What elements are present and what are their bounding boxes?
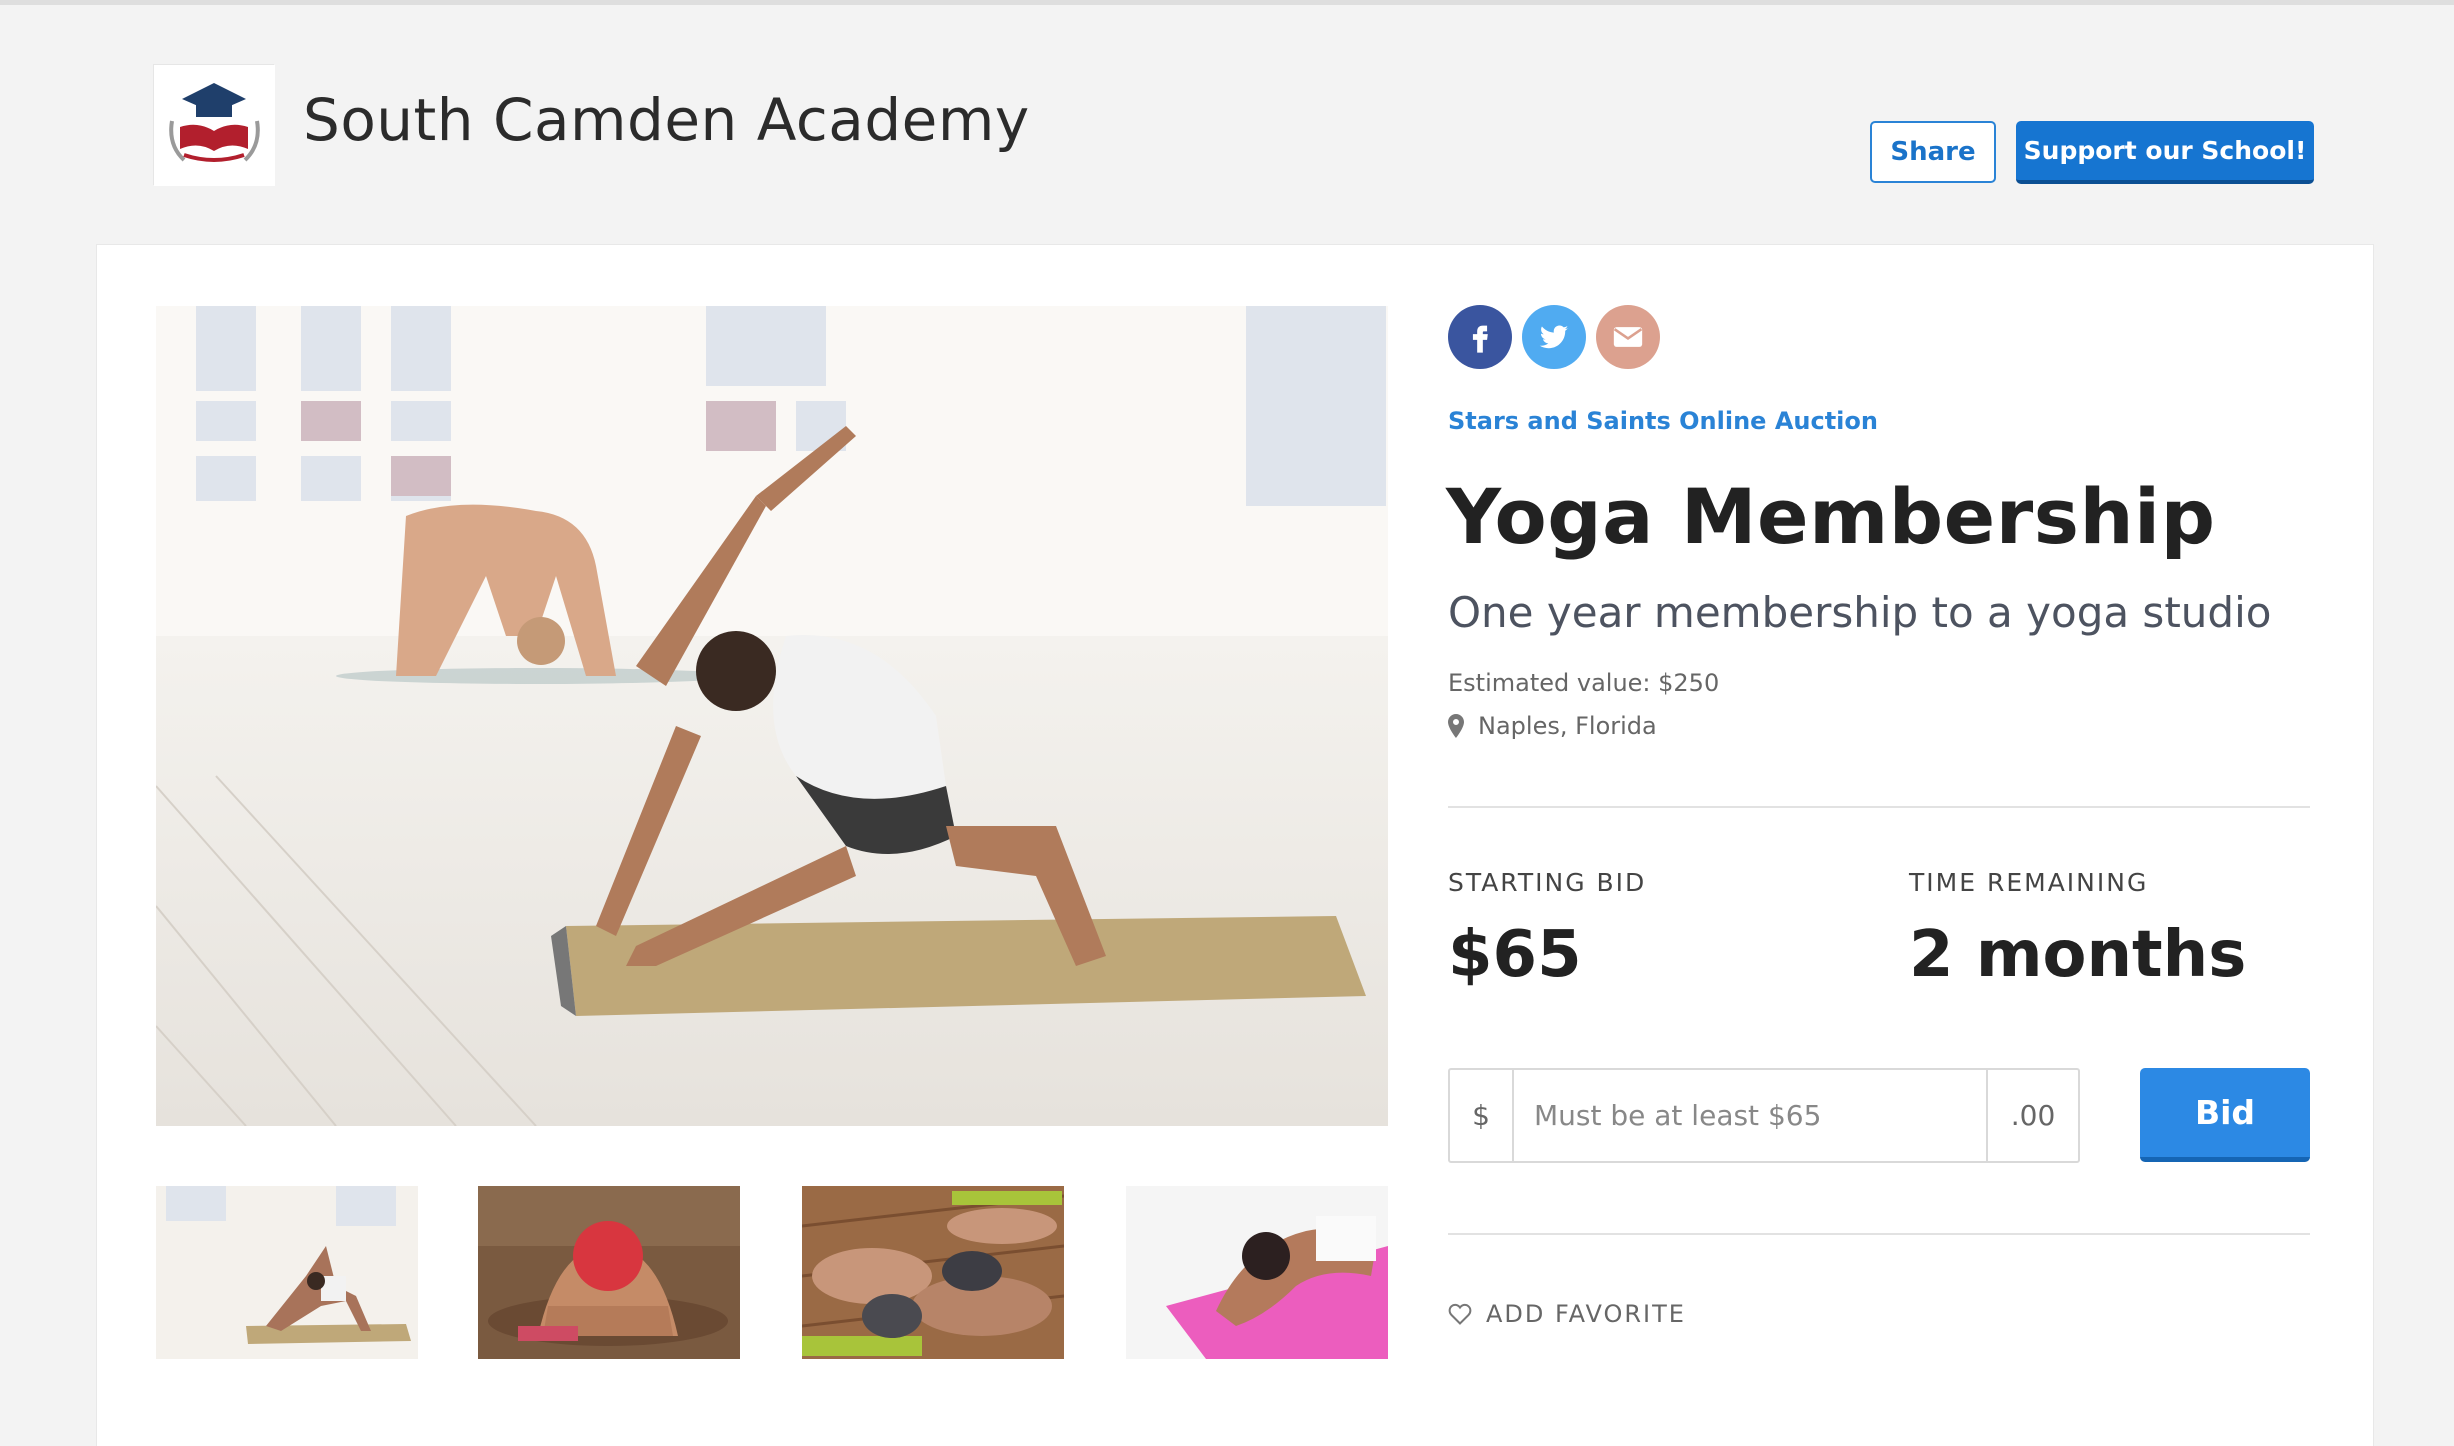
- auction-link[interactable]: Stars and Saints Online Auction: [1448, 407, 1878, 435]
- main-item-photo[interactable]: [156, 306, 1388, 1126]
- bid-button[interactable]: Bid: [2140, 1068, 2310, 1162]
- currency-prefix: $: [1450, 1070, 1514, 1161]
- map-pin-icon: [1448, 714, 1464, 738]
- school-logo[interactable]: [153, 64, 275, 186]
- estimated-value: Estimated value: $250: [1448, 669, 1720, 697]
- time-remaining-label: TIME REMAINING: [1909, 868, 2149, 897]
- bid-input[interactable]: [1514, 1070, 1986, 1161]
- thumbnail-2[interactable]: [478, 1186, 740, 1359]
- envelope-icon: [1613, 327, 1643, 347]
- location-text: Naples, Florida: [1478, 712, 1657, 740]
- starting-bid-label: STARTING BID: [1448, 868, 1647, 897]
- add-favorite-label: ADD FAVORITE: [1486, 1300, 1686, 1328]
- school-name[interactable]: South Camden Academy: [303, 86, 1030, 154]
- item-subtitle: One year membership to a yoga studio: [1448, 588, 2272, 637]
- divider: [1448, 806, 2310, 808]
- bid-amount-field: $ .00: [1448, 1068, 2080, 1163]
- thumbnail-3[interactable]: [802, 1186, 1064, 1359]
- facebook-share-button[interactable]: [1448, 305, 1512, 369]
- twitter-share-button[interactable]: [1522, 305, 1586, 369]
- twitter-icon: [1539, 325, 1569, 349]
- heart-icon: [1448, 1303, 1472, 1325]
- thumbnail-1[interactable]: [156, 1186, 418, 1359]
- email-share-button[interactable]: [1596, 305, 1660, 369]
- cents-suffix: .00: [1986, 1070, 2078, 1161]
- divider: [1448, 1233, 2310, 1235]
- starting-bid-value: $65: [1448, 918, 1582, 992]
- item-title: Yoga Membership: [1446, 472, 2216, 561]
- add-favorite-button[interactable]: ADD FAVORITE: [1448, 1300, 1686, 1328]
- item-location: Naples, Florida: [1448, 712, 1657, 740]
- share-button[interactable]: Share: [1870, 121, 1996, 183]
- support-school-button[interactable]: Support our School!: [2016, 121, 2314, 184]
- top-border: [0, 0, 2454, 5]
- thumbnail-4[interactable]: [1126, 1186, 1388, 1359]
- facebook-icon: [1472, 325, 1488, 353]
- time-remaining-value: 2 months: [1909, 918, 2247, 992]
